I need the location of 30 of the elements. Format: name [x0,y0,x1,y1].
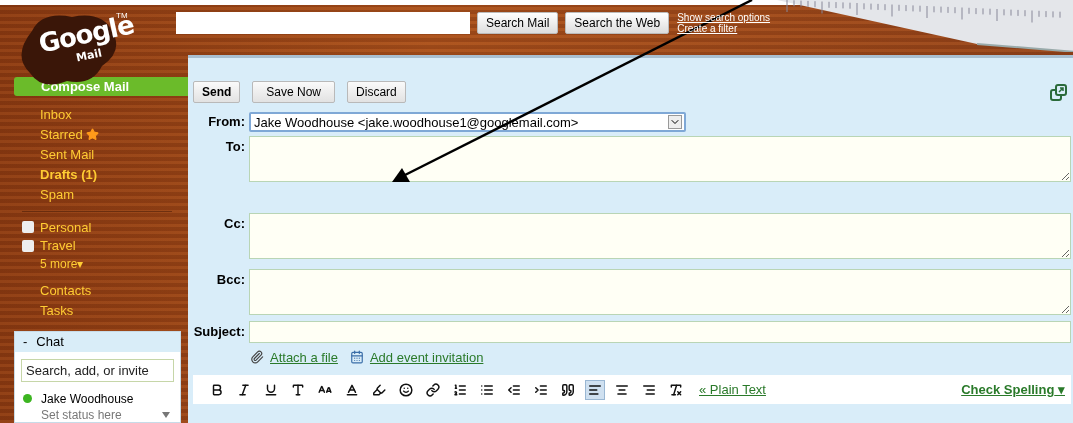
more-labels-link[interactable]: 5 more▾ [40,255,172,274]
field-label: Cc: [224,216,245,231]
nav-link[interactable]: Sent Mail [40,146,172,163]
nav-link[interactable]: Tasks [40,302,172,319]
field-label: Subject: [193,324,245,339]
label-link[interactable]: Personal [40,218,92,236]
nav-link[interactable]: Starred [40,126,172,143]
action-button[interactable]: Save Now [252,81,336,103]
nav-link[interactable]: Drafts (1) [40,166,172,183]
search-button[interactable]: Search Mail [477,12,559,34]
contact-name[interactable]: Jake Woodhouse [41,392,162,406]
plain-text-link[interactable]: « Plain Text [699,382,766,397]
nav-link[interactable]: Contacts [40,282,172,299]
attach-file-link[interactable]: Attach a file [270,349,338,365]
field-label: To: [225,139,245,154]
collapse-toggle[interactable]: - [23,334,28,350]
nav-link[interactable]: Inbox [40,106,172,123]
chat-title: Chat [36,334,64,350]
check-spelling-link[interactable]: Check Spelling ▾ [961,382,1065,397]
field-label: From: [208,114,245,129]
event-invitation-link[interactable]: Add event invitation [369,349,484,365]
nav-link[interactable]: Spam [40,186,172,203]
trademark-mark: TM [116,11,128,20]
label-link[interactable]: Travel [40,237,76,255]
action-button[interactable]: Discard [347,81,406,103]
search-button[interactable]: Search the Web [565,12,670,34]
status-message[interactable]: Set status here [41,408,162,422]
chat-search-field[interactable]: Search, add, or invite [21,359,174,382]
action-button[interactable]: Send [193,81,241,103]
field-label: Bcc: [216,272,245,287]
